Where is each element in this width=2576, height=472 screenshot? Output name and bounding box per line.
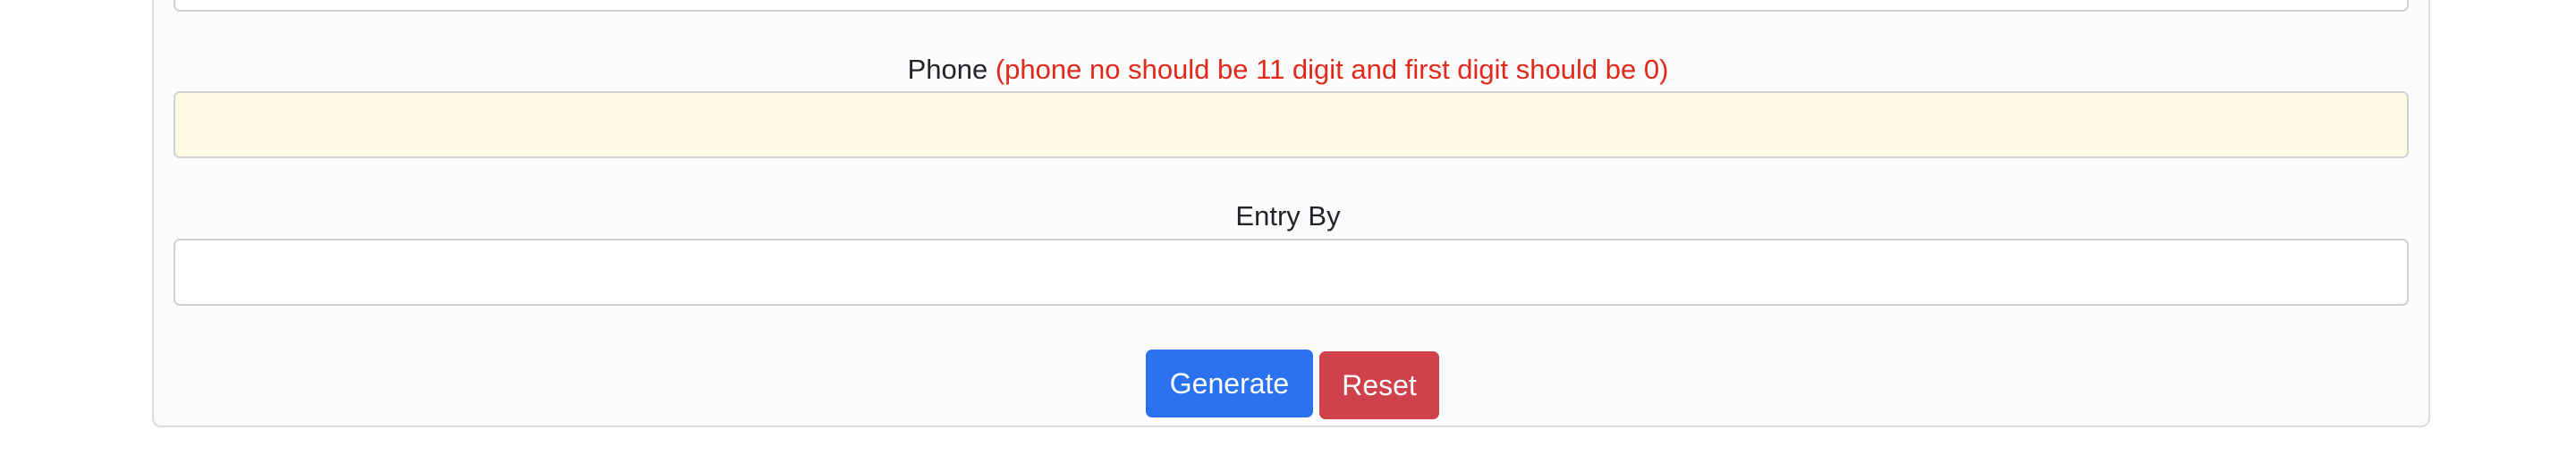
entry-by-input[interactable]	[174, 239, 2409, 306]
reset-button[interactable]: Reset	[1319, 351, 1439, 419]
entry-by-label: Entry By	[1235, 200, 1341, 232]
generate-button[interactable]: Generate	[1146, 350, 1313, 417]
phone-label: Phone	[907, 54, 988, 85]
page: Phone (phone no should be 11 digit and f…	[0, 0, 2576, 472]
phone-hint: (phone no should be 11 digit and first d…	[995, 54, 1669, 85]
phone-input[interactable]	[174, 91, 2409, 158]
previous-field-input[interactable]	[174, 0, 2409, 12]
phone-label-row: Phone (phone no should be 11 digit and f…	[0, 52, 2576, 88]
